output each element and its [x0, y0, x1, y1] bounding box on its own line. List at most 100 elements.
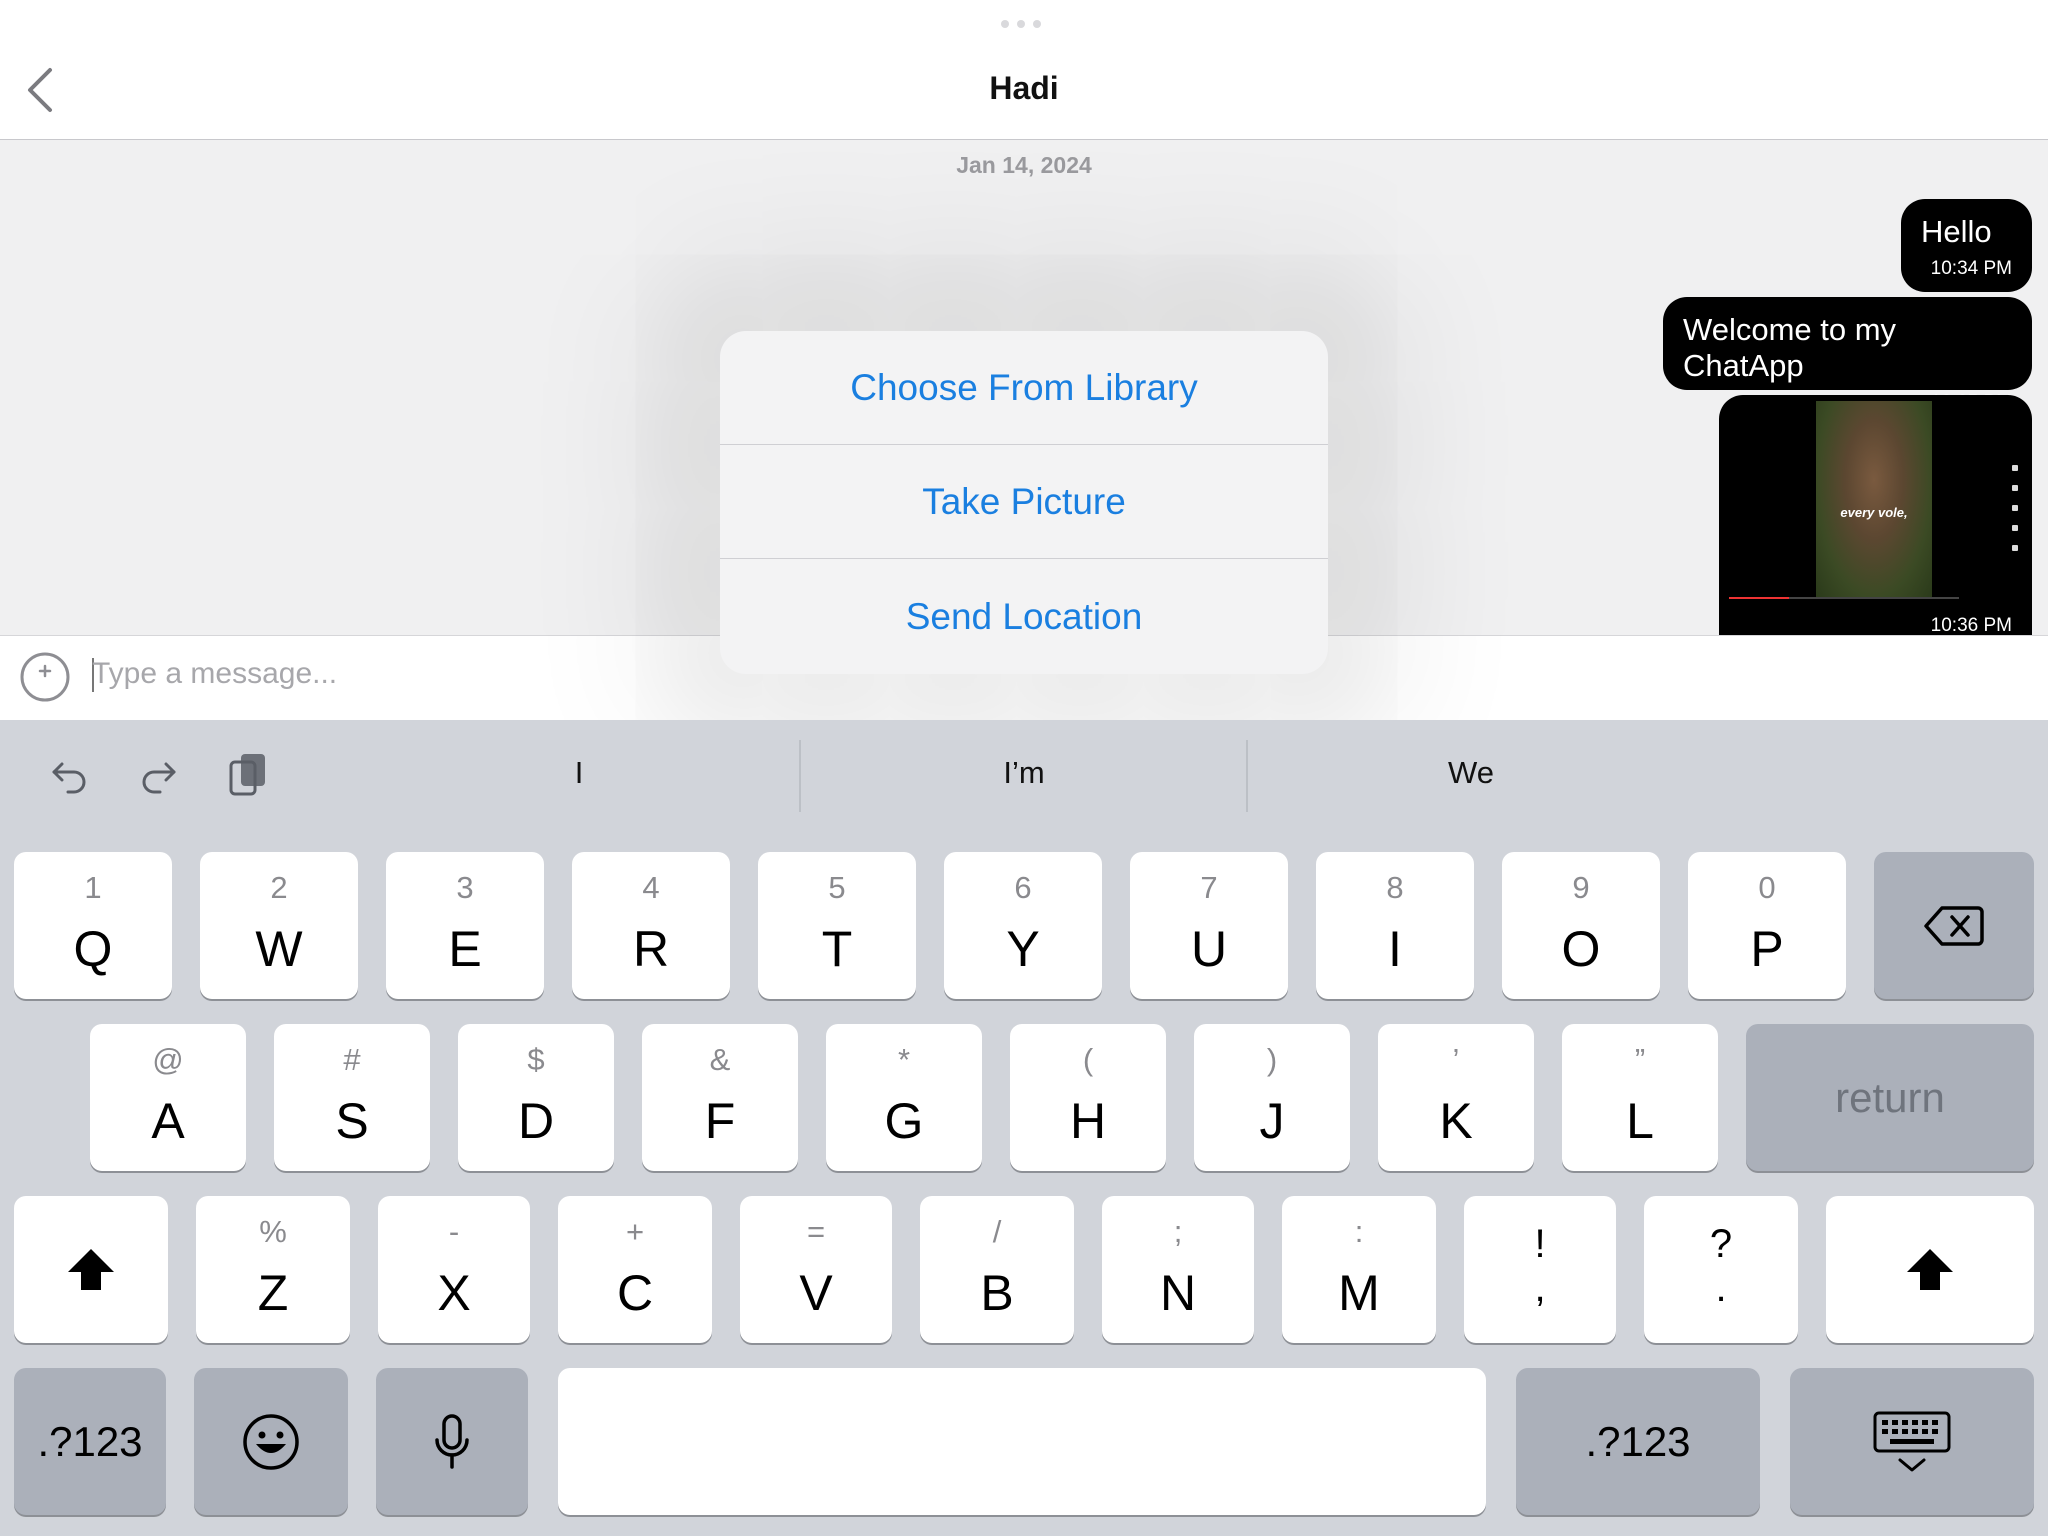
key-alt-label: 8	[1386, 870, 1404, 905]
key-s[interactable]: # S	[274, 1024, 430, 1171]
key-alt-label: 6	[1014, 870, 1032, 905]
keyboard-dismiss-key[interactable]	[1790, 1368, 2034, 1515]
key-i[interactable]: 8I	[1316, 852, 1474, 999]
numbers-key-label: .?123	[37, 1417, 143, 1465]
key-label: T	[821, 921, 853, 977]
key-m[interactable]: :M	[1282, 1196, 1436, 1343]
key-x[interactable]: -X	[378, 1196, 530, 1343]
key-v[interactable]: = V	[740, 1196, 892, 1343]
key-a[interactable]: @ A	[90, 1024, 246, 1171]
key-label: ,	[1534, 1266, 1546, 1310]
key-label: W	[255, 921, 303, 977]
delete-backspace-icon	[1924, 905, 1984, 946]
key-k[interactable]: ’ K	[1378, 1024, 1534, 1171]
key-alt-label: %	[259, 1214, 287, 1249]
key-l[interactable]: ” L	[1562, 1024, 1718, 1171]
key-alt-label: :	[1354, 1214, 1364, 1249]
key-c[interactable]: + C	[558, 1196, 712, 1343]
suggestion-item[interactable]: We	[1251, 755, 1691, 799]
key-u[interactable]: 7U	[1130, 852, 1288, 999]
page-title: Hadi	[989, 70, 1059, 106]
key-h[interactable]: (H	[1010, 1024, 1166, 1171]
key-b[interactable]: / B	[920, 1196, 1074, 1343]
key-label: M	[1338, 1265, 1380, 1321]
key-alt-label: 7	[1200, 870, 1218, 905]
key-alt-label: 3	[456, 870, 474, 905]
key-label: J	[1259, 1093, 1285, 1149]
key-alt-label: /	[992, 1214, 1002, 1249]
key-label: Y	[1006, 921, 1040, 977]
send-location-button[interactable]: Send Location	[720, 559, 1328, 674]
date-separator: Jan 14, 2024	[956, 152, 1092, 178]
key-alt-label: !	[1534, 1222, 1546, 1266]
key-alt-label: ;	[1173, 1214, 1183, 1249]
suggestion-item[interactable]: I	[359, 755, 799, 799]
shift-key-left[interactable]	[14, 1196, 168, 1343]
key-label: F	[704, 1093, 736, 1149]
key-alt-label: )	[1266, 1042, 1278, 1077]
key-label: .	[1715, 1266, 1727, 1310]
key-o[interactable]: 9O	[1502, 852, 1660, 999]
key-d[interactable]: $ D	[458, 1024, 614, 1171]
key-alt-label: *	[897, 1042, 911, 1077]
message-bubble[interactable]: Hello 10:34 PM	[1901, 199, 2032, 292]
message-image[interactable]: every vole,	[1816, 401, 1932, 598]
key-label: D	[517, 1093, 555, 1149]
key-alt-label: ’	[1452, 1042, 1460, 1077]
shift-arrow-icon	[1907, 1248, 1953, 1290]
window-grabber[interactable]	[1001, 20, 1041, 28]
key-y[interactable]: 6Y	[944, 852, 1102, 999]
message-time: 10:34 PM	[1930, 258, 2012, 279]
key-comma[interactable]: !,	[1464, 1196, 1616, 1343]
attachment-action-sheet: Choose From Library Take Picture Send Lo…	[720, 331, 1328, 674]
message-bubble[interactable]: Welcome to my ChatApp 10:35 PM	[1663, 297, 2032, 413]
key-alt-label: 2	[270, 870, 288, 905]
dictation-key[interactable]	[376, 1368, 528, 1515]
redo-icon[interactable]	[134, 750, 182, 798]
key-e[interactable]: 3E	[386, 852, 544, 999]
key-r[interactable]: 4R	[572, 852, 730, 999]
key-label: P	[1750, 921, 1784, 977]
key-alt-label: +	[625, 1214, 645, 1249]
nav-header: Hadi	[0, 0, 2048, 140]
key-alt-label: 5	[828, 870, 846, 905]
suggestion-divider	[1246, 740, 1248, 812]
key-z[interactable]: % Z	[196, 1196, 350, 1343]
key-label: K	[1439, 1093, 1473, 1149]
onscreen-keyboard: I I’m We 1Q 2W 3E 4R 5T 6Y 7U 8I 9O 0P @…	[0, 720, 2048, 1536]
shift-key-right[interactable]	[1826, 1196, 2034, 1343]
key-alt-label: $	[527, 1042, 545, 1077]
shift-arrow-icon	[68, 1248, 114, 1290]
key-period[interactable]: ?.	[1644, 1196, 1798, 1343]
key-f[interactable]: & F	[642, 1024, 798, 1171]
key-label: E	[448, 921, 482, 977]
image-message-bubble[interactable]: every vole, 10:36 PM	[1719, 395, 2032, 635]
delete-key[interactable]	[1874, 852, 2034, 999]
return-key[interactable]: return	[1746, 1024, 2034, 1171]
key-n[interactable]: ; N	[1102, 1196, 1254, 1343]
numbers-key-left[interactable]: .?123	[14, 1368, 166, 1515]
take-picture-button[interactable]: Take Picture	[720, 445, 1328, 559]
key-t[interactable]: 5T	[758, 852, 916, 999]
key-w[interactable]: 2W	[200, 852, 358, 999]
space-bar[interactable]	[558, 1368, 1486, 1515]
suggestion-item[interactable]: I’m	[804, 755, 1244, 799]
key-q[interactable]: 1Q	[14, 852, 172, 999]
message-text: Welcome to my ChatApp	[1683, 312, 1897, 383]
undo-icon[interactable]	[46, 750, 94, 798]
video-side-icons	[2012, 465, 2022, 565]
choose-from-library-button[interactable]: Choose From Library	[720, 331, 1328, 445]
key-j[interactable]: ) J	[1194, 1024, 1350, 1171]
emoji-key[interactable]	[194, 1368, 348, 1515]
key-p[interactable]: 0P	[1688, 852, 1846, 999]
numbers-key-right[interactable]: .?123	[1516, 1368, 1760, 1515]
key-label: L	[1626, 1093, 1654, 1149]
key-label: A	[151, 1093, 185, 1149]
numbers-key-label: .?123	[1585, 1417, 1691, 1465]
key-g[interactable]: * G	[826, 1024, 982, 1171]
key-alt-label: ?	[1709, 1222, 1733, 1266]
suggestion-divider	[799, 740, 801, 812]
key-label: I	[1388, 921, 1402, 977]
paste-icon[interactable]	[225, 750, 273, 798]
plus-circle-icon[interactable]	[19, 651, 71, 703]
